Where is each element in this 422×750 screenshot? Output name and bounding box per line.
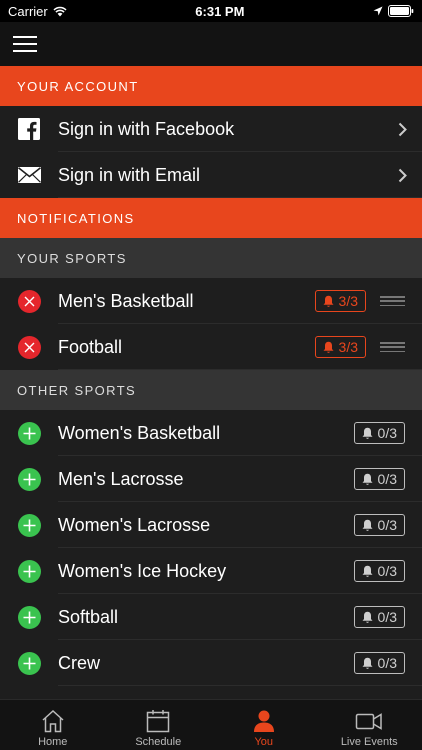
facebook-signin-row[interactable]: Sign in with Facebook [0, 106, 422, 152]
tab-live-events-label: Live Events [340, 736, 398, 748]
email-signin-label: Sign in with Email [58, 164, 201, 185]
video-icon [356, 713, 382, 730]
tab-bar: Home Schedule You Live Events [0, 699, 422, 750]
person-icon [253, 710, 274, 732]
tab-live-events[interactable]: Live Events [317, 700, 422, 750]
tab-you-label: You [254, 736, 274, 748]
add-sport-button[interactable] [17, 559, 41, 583]
status-bar: Carrier 6:31 PM [0, 0, 422, 22]
battery-icon [388, 5, 414, 17]
notification-count: 0/3 [377, 517, 397, 533]
close-icon [24, 342, 34, 352]
sport-name: Football [58, 336, 123, 357]
notification-count: 0/3 [377, 655, 397, 671]
sport-row[interactable]: Football 3/3 [0, 324, 422, 370]
add-sport-button[interactable] [17, 421, 41, 445]
facebook-icon [18, 118, 40, 140]
nav-bar [0, 22, 422, 66]
notification-count-badge[interactable]: 0/3 [353, 422, 405, 444]
add-sport-button[interactable] [17, 651, 41, 675]
calendar-icon [147, 710, 170, 733]
tab-schedule-label: Schedule [135, 736, 182, 748]
plus-icon [23, 611, 35, 623]
notification-count: 0/3 [377, 609, 397, 625]
reorder-handle-icon[interactable] [380, 296, 405, 306]
bell-icon [362, 565, 373, 577]
sport-name: Softball [58, 606, 119, 627]
section-header-account: YOUR ACCOUNT [0, 66, 422, 106]
sport-row[interactable]: Women's Basketball 0/3 [0, 410, 422, 456]
notification-count-badge[interactable]: 0/3 [353, 606, 405, 628]
sport-name: Men's Lacrosse [58, 468, 184, 489]
notification-count-badge[interactable]: 0/3 [353, 560, 405, 582]
sport-row[interactable]: Crew 0/3 [0, 640, 422, 686]
chevron-right-icon [398, 168, 407, 182]
sport-row[interactable]: Men's Lacrosse 0/3 [0, 456, 422, 502]
other-sports-list: Women's Basketball 0/3 Men's Lacrosse 0/3 Wo… [0, 410, 422, 686]
add-sport-button[interactable] [17, 605, 41, 629]
bell-icon [362, 519, 373, 531]
bell-icon [362, 611, 373, 623]
email-signin-row[interactable]: Sign in with Email [0, 152, 422, 198]
menu-icon[interactable] [13, 36, 37, 52]
plus-icon [23, 427, 35, 439]
tab-you[interactable]: You [211, 700, 317, 750]
notification-count-badge[interactable]: 3/3 [314, 336, 366, 358]
bell-icon [362, 473, 373, 485]
notification-count: 0/3 [377, 425, 397, 441]
notification-count: 0/3 [377, 471, 397, 487]
facebook-signin-label: Sign in with Facebook [58, 118, 235, 139]
remove-sport-button[interactable] [17, 289, 41, 313]
remove-sport-button[interactable] [17, 335, 41, 359]
sport-row[interactable]: Women's Lacrosse 0/3 [0, 502, 422, 548]
notification-count-badge[interactable]: 0/3 [353, 468, 405, 490]
bell-icon [323, 341, 334, 353]
home-icon [42, 709, 64, 733]
notification-count-badge[interactable]: 3/3 [314, 290, 366, 312]
notification-count: 0/3 [377, 563, 397, 579]
tab-home[interactable]: Home [0, 700, 106, 750]
notification-count: 3/3 [338, 293, 358, 309]
notification-count-badge[interactable]: 0/3 [353, 652, 405, 674]
close-icon [24, 296, 34, 306]
your-sports-list: Men's Basketball 3/3 Football 3/3 [0, 278, 422, 370]
add-sport-button[interactable] [17, 467, 41, 491]
sport-name: Women's Ice Hockey [58, 560, 227, 581]
section-header-your-sports: YOUR SPORTS [0, 238, 422, 278]
sport-row[interactable]: Softball 0/3 [0, 594, 422, 640]
add-sport-button[interactable] [17, 513, 41, 537]
sport-name: Women's Lacrosse [58, 514, 211, 535]
sport-name: Men's Basketball [58, 290, 194, 311]
bell-icon [362, 427, 373, 439]
sport-name: Women's Basketball [58, 422, 221, 443]
section-header-other-sports: OTHER SPORTS [0, 370, 422, 410]
bell-icon [362, 657, 373, 669]
wifi-icon [53, 6, 67, 16]
plus-icon [23, 657, 35, 669]
envelope-icon [17, 167, 41, 183]
plus-icon [23, 473, 35, 485]
tab-home-label: Home [38, 736, 68, 748]
sport-name: Crew [58, 652, 101, 673]
section-header-notifications: NOTIFICATIONS [0, 198, 422, 238]
notification-count: 3/3 [338, 339, 358, 355]
sport-row[interactable]: Women's Ice Hockey 0/3 [0, 548, 422, 594]
plus-icon [23, 565, 35, 577]
plus-icon [23, 519, 35, 531]
sport-row[interactable]: Men's Basketball 3/3 [0, 278, 422, 324]
clock: 6:31 PM [195, 3, 245, 19]
carrier-label: Carrier [8, 3, 48, 19]
chevron-right-icon [398, 122, 407, 136]
bell-icon [323, 295, 334, 307]
notification-count-badge[interactable]: 0/3 [353, 514, 405, 536]
reorder-handle-icon[interactable] [380, 342, 405, 352]
location-arrow-icon [373, 6, 383, 16]
tab-schedule[interactable]: Schedule [106, 700, 212, 750]
